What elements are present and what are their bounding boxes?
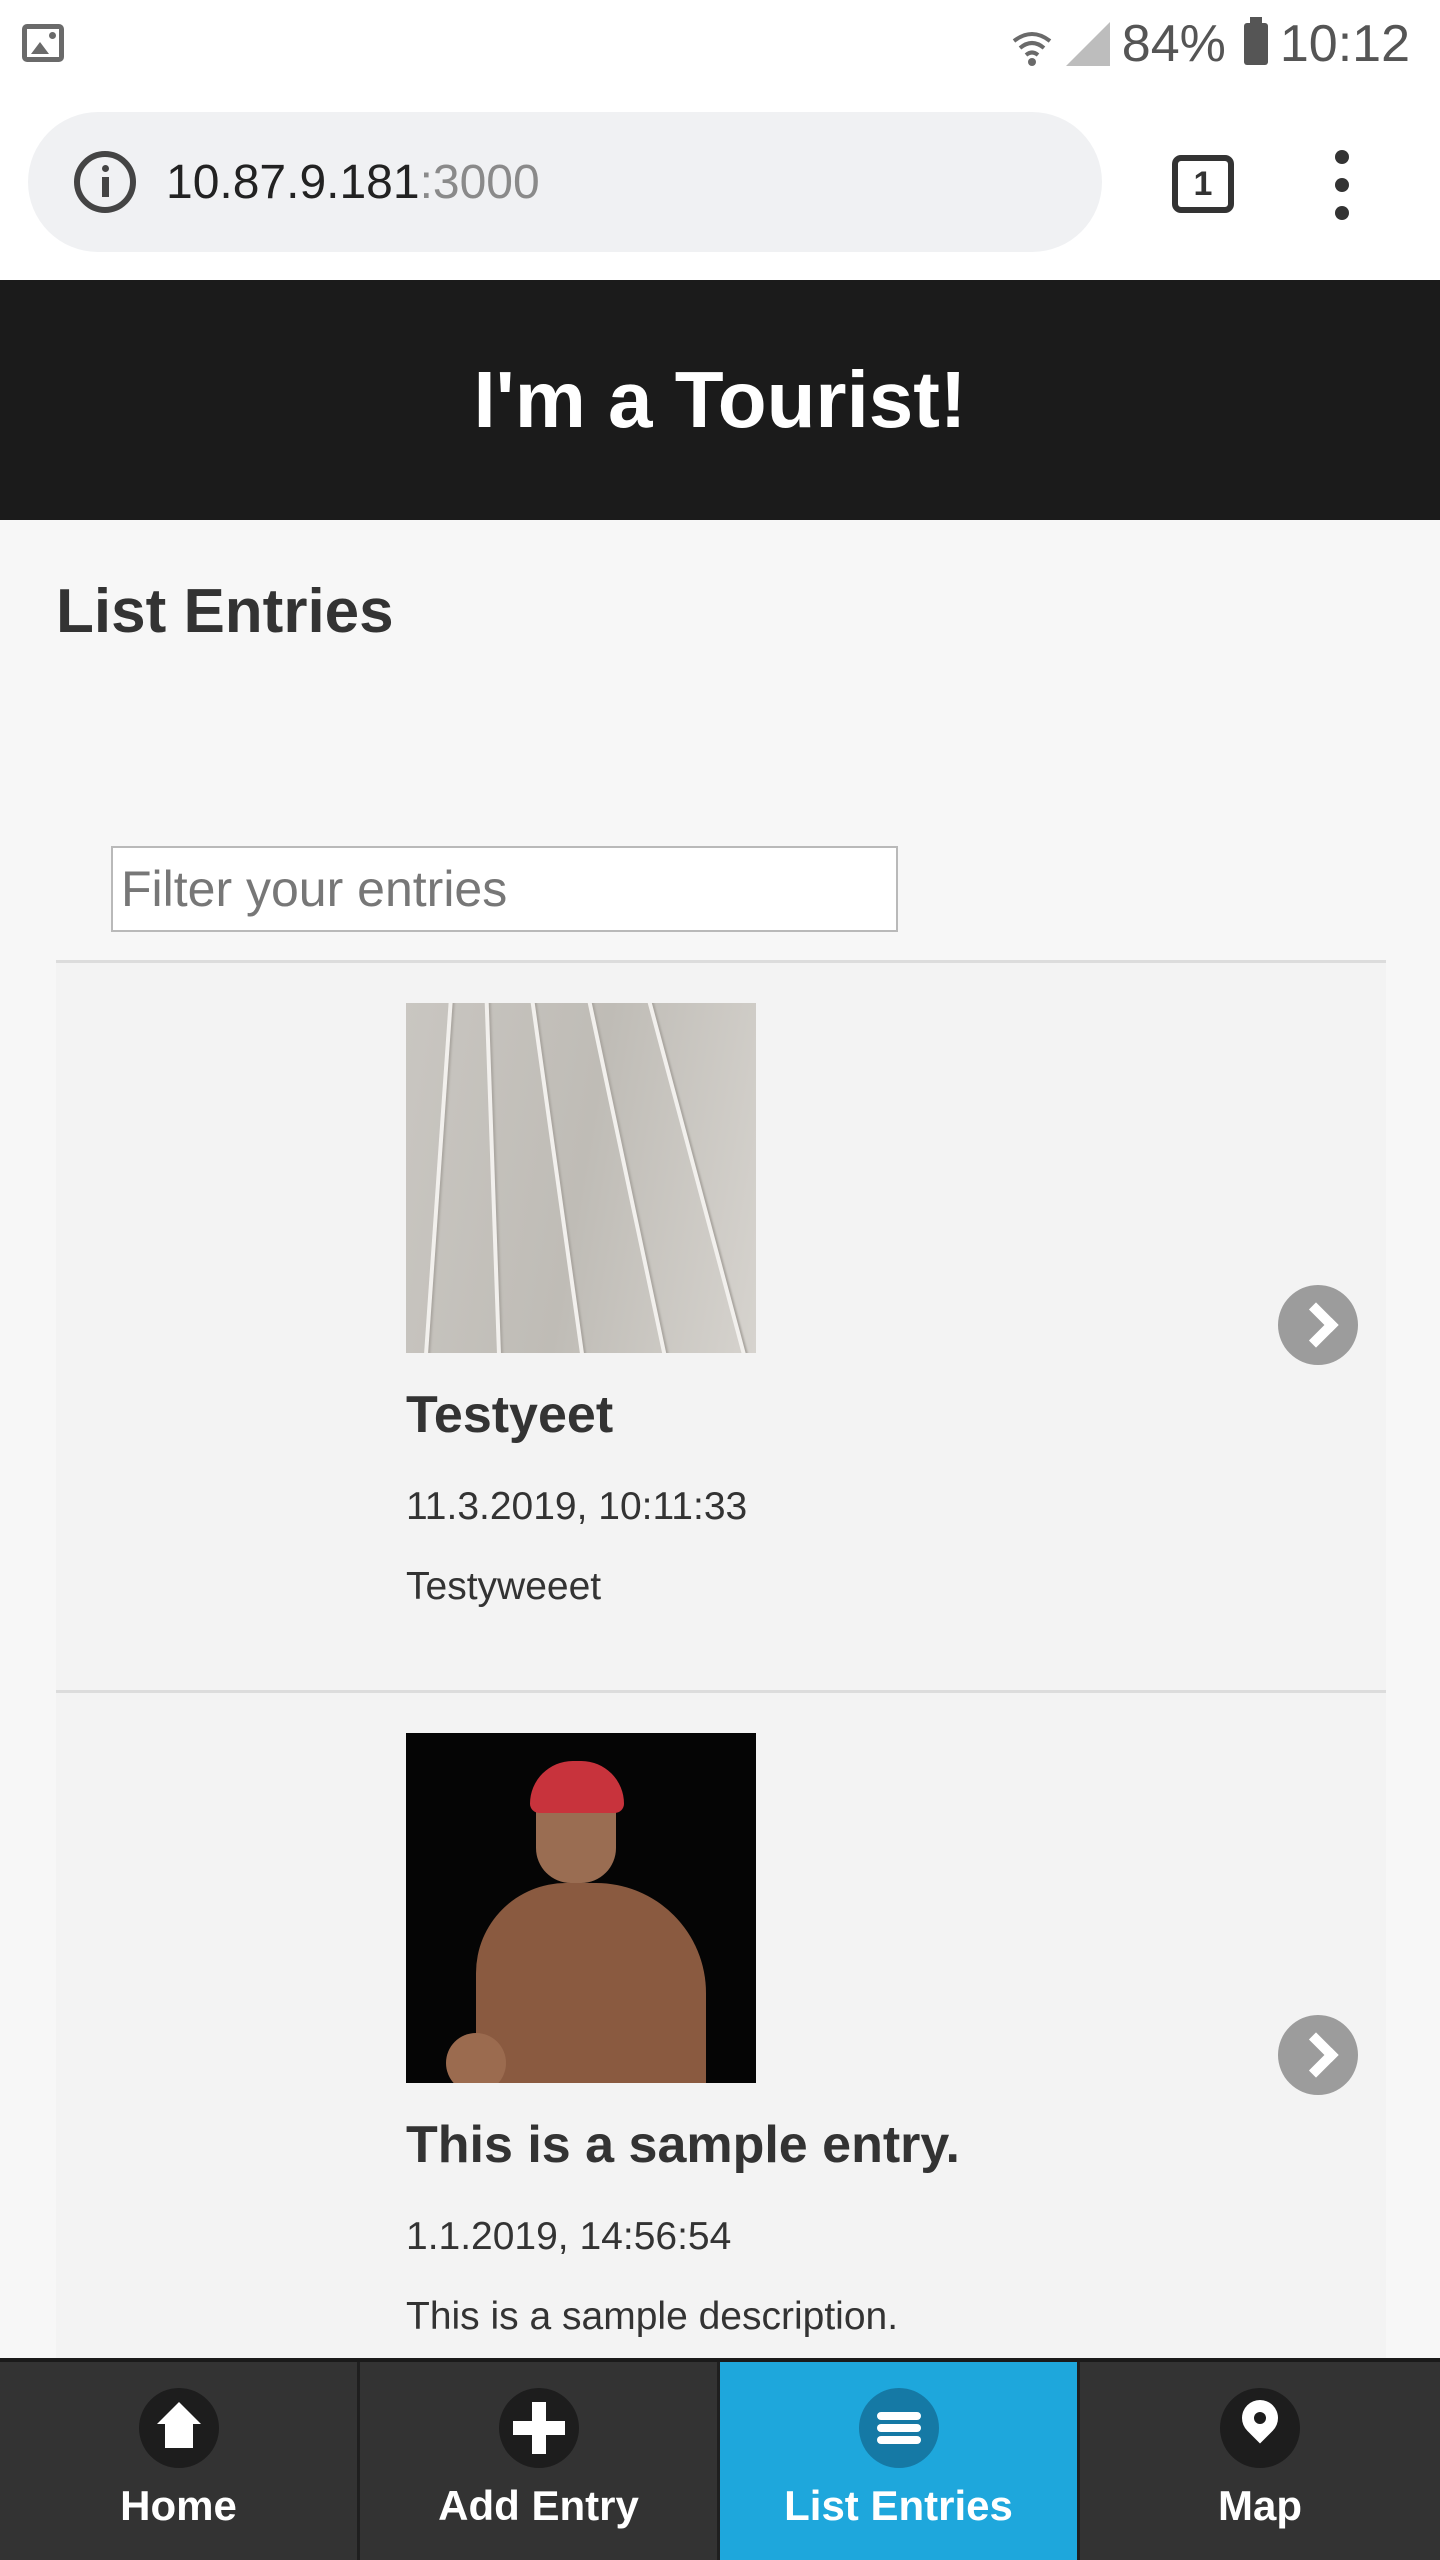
nav-label: Add Entry bbox=[438, 2482, 639, 2529]
tab-switcher-button[interactable]: 1 bbox=[1172, 155, 1234, 213]
home-icon bbox=[138, 2388, 219, 2468]
nav-item-home[interactable]: Home bbox=[0, 2362, 360, 2560]
chevron-right-icon[interactable] bbox=[1278, 2015, 1358, 2095]
nav-label: Home bbox=[120, 2482, 237, 2529]
list-item[interactable]: This is a sample entry. 1.1.2019, 14:56:… bbox=[56, 1690, 1386, 2420]
battery-percent: 84% bbox=[1121, 15, 1226, 73]
url-host: 10.87.9.181 bbox=[166, 155, 420, 209]
info-icon[interactable] bbox=[74, 151, 136, 213]
nav-label: Map bbox=[1218, 2482, 1302, 2529]
url-port: :3000 bbox=[419, 155, 540, 209]
entry-description: Testyweeet bbox=[406, 1565, 602, 1608]
map-pin-icon bbox=[1220, 2388, 1300, 2468]
chevron-right-icon[interactable] bbox=[1278, 1285, 1358, 1365]
battery-icon bbox=[1243, 17, 1268, 65]
app-header: I'm a Tourist! bbox=[0, 280, 1440, 520]
page-title: List Entries bbox=[56, 577, 394, 646]
cell-signal-icon bbox=[1065, 22, 1110, 66]
status-bar: 84% 10:12 bbox=[0, 0, 1440, 88]
status-indicators: 84% 10:12 bbox=[1010, 12, 1410, 76]
entry-date: 11.3.2019, 10:11:33 bbox=[406, 1485, 748, 1528]
clock: 10:12 bbox=[1279, 15, 1410, 73]
nav-item-list-entries[interactable]: List Entries bbox=[720, 2362, 1080, 2560]
overflow-menu-icon[interactable] bbox=[1328, 150, 1356, 220]
filter-input[interactable] bbox=[111, 846, 898, 932]
app-title: I'm a Tourist! bbox=[473, 355, 967, 444]
list-item[interactable]: Testyeet 11.3.2019, 10:11:33 Testyweeet bbox=[56, 960, 1386, 1690]
entry-date: 1.1.2019, 14:56:54 bbox=[406, 2215, 732, 2258]
url-text[interactable]: 10.87.9.181:3000 bbox=[166, 155, 540, 210]
image-notification-icon bbox=[22, 24, 64, 62]
browser-toolbar: 10.87.9.181:3000 1 bbox=[0, 88, 1440, 280]
entry-description: This is a sample description. bbox=[406, 2295, 899, 2338]
wifi-icon bbox=[1010, 22, 1054, 66]
entry-list: Testyeet 11.3.2019, 10:11:33 Testyweeet … bbox=[56, 960, 1386, 2420]
entry-thumbnail bbox=[406, 1733, 756, 2083]
address-bar[interactable]: 10.87.9.181:3000 bbox=[28, 112, 1102, 252]
entry-title: Testyeet bbox=[406, 1386, 614, 1444]
nav-label: List Entries bbox=[784, 2482, 1013, 2529]
entry-thumbnail bbox=[406, 1003, 756, 1353]
nav-item-add-entry[interactable]: Add Entry bbox=[360, 2362, 720, 2560]
plus-icon bbox=[498, 2388, 579, 2468]
bottom-nav: Home Add Entry List Entries Map bbox=[0, 2358, 1440, 2560]
main-content: List Entries Testyeet 11.3.2019, 10:11:3… bbox=[0, 520, 1440, 2420]
nav-item-map[interactable]: Map bbox=[1080, 2362, 1440, 2560]
entry-title: This is a sample entry. bbox=[406, 2116, 960, 2174]
bars-icon bbox=[858, 2388, 939, 2468]
